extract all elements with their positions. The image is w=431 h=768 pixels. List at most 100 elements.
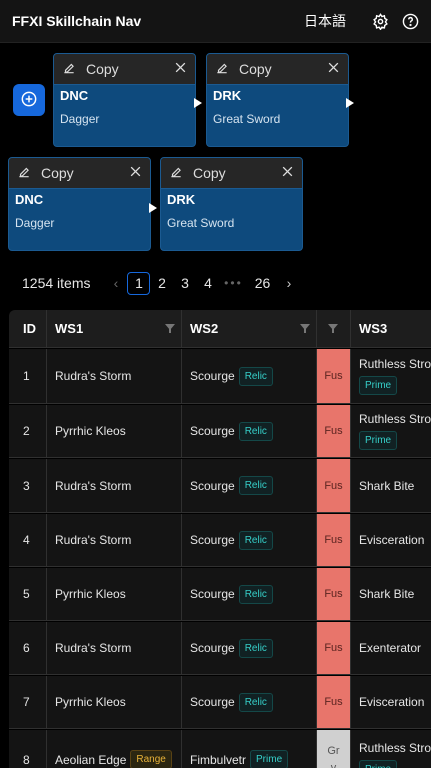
element-abbrev: Fus (324, 696, 343, 708)
card-job: DNC (15, 192, 44, 207)
page-3-button[interactable]: 3 (173, 272, 196, 295)
card-weapon: Great Sword (167, 216, 235, 230)
card-weapon: Dagger (60, 112, 100, 126)
element-abbrev: Fus (324, 588, 343, 600)
column-header-element[interactable] (317, 310, 351, 347)
add-chain-button[interactable] (13, 84, 45, 116)
ws2-tag: Relic (238, 638, 273, 658)
ws1-tag: Range (130, 750, 172, 768)
cell-ws3: Ruthless Stroke Prime (351, 349, 431, 403)
column-header-ws1[interactable]: WS1 (47, 310, 182, 347)
cell-element: Fus (317, 514, 351, 566)
ws2-name: Scourge (190, 533, 235, 547)
table-row[interactable]: 3 Rudra's Storm Scourge Relic Fus Shark Bite (9, 459, 431, 513)
edit-icon[interactable] (215, 61, 229, 78)
next-page-button[interactable]: › (277, 275, 300, 291)
prev-page-button[interactable]: ‹ (104, 275, 127, 291)
chain-arrow (346, 98, 354, 108)
ws3-tag: Prime (359, 431, 398, 450)
card-job: DNC (60, 88, 89, 103)
element-abbrev: Fus (324, 370, 343, 382)
page-1-button[interactable]: 1 (127, 271, 151, 295)
table-row[interactable]: 8 Aeolian Edge Range Fimbulvetr Prime Grv Ruth… (9, 730, 431, 768)
copy-button[interactable]: Copy (41, 165, 129, 181)
copy-button[interactable]: Copy (86, 61, 174, 77)
ws1-name: Rudra's Storm (55, 533, 132, 547)
cell-ws2: Scourge Relic (182, 622, 317, 674)
table-row[interactable]: 6 Rudra's Storm Scourge Relic Fus Exenterator (9, 622, 431, 675)
cell-id: 2 (9, 405, 47, 457)
ws2-tag: Relic (238, 530, 273, 550)
edit-icon[interactable] (62, 61, 76, 78)
settings-icon[interactable] (371, 12, 389, 30)
ws2-name: Scourge (190, 695, 235, 709)
ws3-name: Shark Bite (359, 587, 415, 601)
cell-id: 8 (9, 730, 47, 768)
pagination: 1254 items ‹ 1 2 3 4 ••• 26 › (22, 270, 300, 296)
cell-id: 6 (9, 622, 47, 674)
chain-arrow (194, 98, 202, 108)
ws3-name: Evisceration (359, 533, 425, 547)
ws1-name: Rudra's Storm (55, 641, 132, 655)
table-row[interactable]: 7 Pyrrhic Kleos Scourge Relic Fus Evisceratio… (9, 676, 431, 729)
plus-circle-icon (21, 91, 37, 110)
copy-button[interactable]: Copy (239, 61, 327, 77)
ws3-name: Ruthless Stroke (359, 412, 431, 426)
cell-element: Grv (317, 730, 351, 768)
column-header-id[interactable]: ID (9, 310, 47, 347)
page-2-button[interactable]: 2 (150, 272, 173, 295)
job-card[interactable]: Copy DNC Dagger (8, 157, 151, 251)
cell-ws1: Rudra's Storm (47, 622, 182, 674)
job-card[interactable]: Copy DRK Great Sword (206, 53, 349, 147)
skillchain-table: ID WS1 WS2 WS3 1 Rudra's Storm Scourge Reli… (9, 310, 431, 768)
help-icon[interactable] (401, 12, 419, 30)
close-icon[interactable] (129, 165, 142, 181)
column-header-ws2[interactable]: WS2 (182, 310, 317, 347)
job-card[interactable]: Copy DRK Great Sword (160, 157, 303, 251)
cell-element: Fus (317, 349, 351, 403)
table-row[interactable]: 1 Rudra's Storm Scourge Relic Fus Ruthless St… (9, 349, 431, 404)
table-row[interactable]: 5 Pyrrhic Kleos Scourge Relic Fus Shark Bite (9, 568, 431, 621)
close-icon[interactable] (281, 165, 294, 181)
card-toolbar: Copy (161, 158, 302, 189)
card-toolbar: Copy (9, 158, 150, 189)
page-26-button[interactable]: 26 (247, 272, 277, 295)
page-ellipsis[interactable]: ••• (219, 276, 247, 290)
language-toggle[interactable]: 日本語 (304, 11, 346, 31)
card-weapon: Great Sword (213, 112, 281, 126)
card-toolbar: Copy (54, 54, 195, 85)
job-card[interactable]: Copy DNC Dagger (53, 53, 196, 147)
cell-id: 7 (9, 676, 47, 728)
ws1-name: Pyrrhic Kleos (55, 587, 126, 601)
ws3-tag: Prime (359, 376, 398, 395)
table-header: ID WS1 WS2 WS3 (9, 310, 431, 348)
card-job: DRK (167, 192, 196, 207)
cell-id: 5 (9, 568, 47, 620)
filter-icon[interactable] (328, 324, 338, 333)
edit-icon[interactable] (169, 165, 183, 182)
ws2-tag: Relic (238, 421, 273, 441)
close-icon[interactable] (327, 61, 340, 77)
total-count: 1254 items (22, 275, 91, 291)
chain-arrow (149, 203, 157, 213)
close-icon[interactable] (174, 61, 187, 77)
ws2-tag: Relic (238, 692, 273, 712)
table-row[interactable]: 4 Rudra's Storm Scourge Relic Fus Evisceratio… (9, 514, 431, 567)
cell-ws1: Pyrrhic Kleos (47, 676, 182, 728)
edit-icon[interactable] (17, 165, 31, 182)
ws1-name: Pyrrhic Kleos (55, 695, 126, 709)
element-abbrev: Fus (324, 642, 343, 654)
element-abbrev: Fus (324, 425, 343, 437)
ws3-name: Exenterator (359, 641, 422, 655)
filter-icon[interactable] (165, 324, 175, 333)
table-row[interactable]: 2 Pyrrhic Kleos Scourge Relic Fus Ruthless St… (9, 405, 431, 458)
cell-ws3: Ruthless Stroke Prime (351, 730, 431, 768)
cell-element: Fus (317, 568, 351, 620)
copy-button[interactable]: Copy (193, 165, 281, 181)
column-header-ws3[interactable]: WS3 (351, 310, 431, 347)
filter-icon[interactable] (300, 324, 310, 333)
ws3-name: Ruthless Stroke (359, 740, 431, 755)
cell-ws1: Pyrrhic Kleos (47, 568, 182, 620)
cell-ws2: Scourge Relic (182, 676, 317, 728)
page-4-button[interactable]: 4 (196, 272, 219, 295)
